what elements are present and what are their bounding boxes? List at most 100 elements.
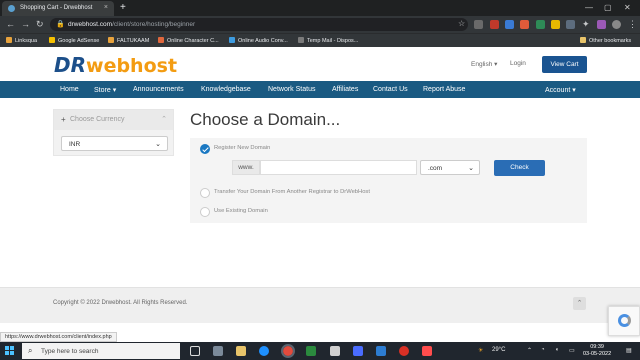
extension-icon[interactable] [474,20,483,29]
edge-icon[interactable] [259,346,269,356]
language-selector[interactable]: English ▾ [471,60,497,68]
taskbar: ⌕ Type here to search ☀ 29°C ⌃ ◔ ◖ ▭ 09:… [0,342,640,360]
bookmark-item[interactable]: Online Audio Conv... [229,37,288,44]
star-icon[interactable]: ☆ [458,19,465,28]
extension-icon[interactable] [566,20,575,29]
nav-report-abuse[interactable]: Report Abuse [423,86,465,93]
chevron-down-icon: ▾ [572,87,576,94]
app-icon[interactable] [330,346,340,356]
bookmark-icon [158,37,164,43]
extension-icon[interactable] [520,20,529,29]
extension-icon[interactable] [536,20,545,29]
chrome-icon[interactable] [281,344,295,358]
radio-use-existing-domain[interactable] [200,207,210,217]
address-bar[interactable]: 🔒 drwebhost.com/client/store/hosting/beg… [50,18,468,31]
notification-icon[interactable]: ▤ [626,347,632,354]
nav-store-label: Store [94,87,111,94]
bookmark-item[interactable]: Online Character C... [158,37,219,44]
domain-input[interactable] [260,160,417,175]
window-close-icon[interactable]: ✕ [624,3,631,12]
extension-icon[interactable] [597,20,606,29]
bookmark-item[interactable]: FALTUKAAM [108,37,149,44]
back-to-top-icon[interactable]: ⌃ [573,297,586,310]
language-label: English [471,61,493,68]
site-favicon-icon [8,5,15,12]
currency-panel: + Choose Currency ⌃ INR ⌄ [53,109,174,156]
app-icon[interactable] [422,346,432,356]
bookmark-label: Temp Mail - Dispos... [307,38,359,44]
copyright-text: Copyright © 2022 Drwebhost. All Rights R… [53,300,188,306]
lock-icon: 🔒 [56,21,65,28]
currency-select[interactable]: INR ⌄ [61,136,168,151]
extensions-puzzle-icon[interactable]: ✦ [582,19,590,30]
bookmark-item[interactable]: Linksqua [6,37,37,44]
logo-webhost: webhost [86,55,178,77]
currency-value: INR [69,141,81,148]
chevron-down-icon: ⌄ [468,165,474,172]
nav-store[interactable]: Store ▾ [94,86,116,94]
bookmark-item[interactable]: Temp Mail - Dispos... [298,37,358,44]
domain-options-box: Register New Domain www. .com ⌄ Check Tr… [190,138,587,223]
minimize-icon[interactable]: — [585,3,593,12]
nav-account[interactable]: Account ▾ [545,86,576,94]
currency-panel-header[interactable]: + Choose Currency ⌃ [54,110,173,130]
nav-network-status[interactable]: Network Status [268,86,315,93]
recaptcha-icon [618,314,631,327]
volume-icon[interactable]: ◖ [555,347,559,353]
bookmark-icon [298,37,304,43]
bookmark-icon [6,37,12,43]
view-cart-button[interactable]: View Cart [542,56,587,73]
nav-home[interactable]: Home [60,86,79,93]
login-link[interactable]: Login [510,60,526,67]
app-icon[interactable] [376,346,386,356]
chevron-down-icon: ⌄ [155,141,161,148]
clock-time: 09:39 [590,344,604,350]
nav-affiliates[interactable]: Affiliates [332,86,358,93]
network-icon[interactable]: ◔ [541,347,545,353]
radio-register-new-domain[interactable] [200,144,210,154]
tray-chevron-icon[interactable]: ⌃ [527,347,532,354]
other-bookmarks-label: Other bookmarks [589,38,632,44]
bookmark-label: Online Audio Conv... [238,38,288,44]
file-explorer-icon[interactable] [236,346,246,356]
task-view-icon[interactable] [190,346,200,356]
radio-transfer-domain[interactable] [200,188,210,198]
reload-icon[interactable]: ↻ [36,19,44,30]
option-label: Register New Domain [214,145,271,151]
url-host: drwebhost.com [68,21,113,28]
other-bookmarks[interactable]: Other bookmarks [580,37,631,44]
taskbar-clock[interactable]: 09:39 03-05-2022 [583,344,611,358]
nav-account-label: Account [545,87,571,94]
app-icon[interactable] [353,346,363,356]
nav-contact-us[interactable]: Contact Us [373,86,408,93]
windows-start-icon[interactable] [5,346,15,356]
app-icon[interactable] [306,346,316,356]
bookmark-icon [108,37,114,43]
check-button[interactable]: Check [494,160,545,176]
back-icon[interactable]: ← [6,19,15,29]
taskbar-search[interactable]: ⌕ Type here to search [22,343,180,359]
weather-temp[interactable]: 29°C [492,347,505,353]
maximize-icon[interactable]: ▢ [604,3,612,12]
tld-select[interactable]: .com ⌄ [420,160,480,175]
nav-announcements[interactable]: Announcements [133,86,184,93]
profile-avatar-icon[interactable] [612,20,621,29]
app-icon[interactable] [213,346,223,356]
nav-knowledgebase[interactable]: Knowledgebase [201,86,251,93]
recaptcha-badge[interactable] [608,306,640,336]
tab-close-icon[interactable]: × [104,4,108,11]
currency-title: Choose Currency [70,116,125,123]
battery-icon[interactable]: ▭ [569,347,575,354]
bookmark-item[interactable]: Google AdSense [49,37,99,44]
extension-icon[interactable] [551,20,560,29]
extension-icon[interactable] [505,20,514,29]
bookmark-label: Online Character C... [167,38,219,44]
browser-tab[interactable]: Shopping Cart - Drwebhost × [2,1,114,16]
new-tab-icon[interactable]: + [120,2,126,13]
extension-icon[interactable] [490,20,499,29]
forward-icon[interactable]: → [21,19,30,29]
tld-value: .com [428,165,443,172]
site-logo[interactable]: DRwebhost [54,53,177,77]
menu-kebab-icon[interactable]: ⋮ [628,19,637,30]
opera-icon[interactable] [399,346,409,356]
